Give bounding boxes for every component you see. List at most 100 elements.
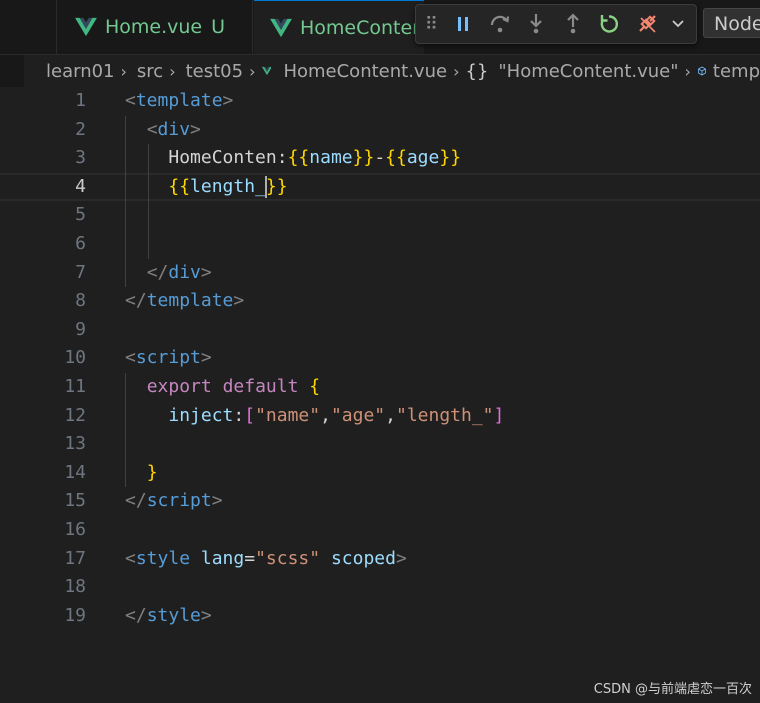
code-text: </template> <box>125 287 244 316</box>
code-token: }} <box>439 147 462 169</box>
code-editor[interactable]: 1 <template> 2 <div> 3 HomeConten:{{name}}-… <box>0 87 760 703</box>
code-text: } <box>125 459 158 488</box>
code-line[interactable]: 19 </style> <box>0 602 760 631</box>
code-token: "length_" <box>395 404 494 426</box>
code-line[interactable]: 3 HomeConten:{{name}}-{{age}} <box>0 144 760 173</box>
breadcrumb-item-test05[interactable]: test05 <box>186 61 243 82</box>
code-text: </div> <box>125 259 212 288</box>
braces-icon: {} <box>465 60 489 82</box>
breadcrumb-item-template[interactable]: temp <box>713 61 760 82</box>
code-token: < <box>125 90 136 111</box>
code-line[interactable]: 17 <style lang="scss" scoped> <box>0 545 760 574</box>
line-number: 19 <box>64 604 86 626</box>
indent-guide <box>125 115 126 288</box>
code-token: > <box>211 490 223 512</box>
code-token: > <box>200 347 212 369</box>
code-token: {{ <box>168 175 191 197</box>
code-token: scoped <box>330 547 396 569</box>
breadcrumb-item-file[interactable]: HomeContent.vue <box>283 61 447 82</box>
tab-bar-left-strip <box>0 0 57 54</box>
line-number: 5 <box>75 204 86 226</box>
breadcrumb-item-learn01[interactable]: learn01 <box>46 61 115 82</box>
code-token: "name" <box>255 404 321 426</box>
launch-target-select[interactable]: Node <box>703 8 760 38</box>
code-line[interactable]: 18 <box>0 573 760 602</box>
step-out-button[interactable] <box>554 5 590 43</box>
code-text: <style lang="scss" scoped> <box>125 545 407 574</box>
code-token: age <box>406 147 440 169</box>
restart-button[interactable] <box>591 5 627 43</box>
code-text: </script> <box>125 487 223 516</box>
restart-icon <box>600 15 618 33</box>
code-token: "scss" <box>255 547 321 569</box>
code-token: HomeConten: <box>168 147 288 169</box>
code-line[interactable]: 6 <box>0 230 760 259</box>
chevron-down-icon[interactable] <box>659 5 695 43</box>
line-number: 11 <box>64 376 86 397</box>
vue-logo-icon <box>270 18 292 37</box>
code-token: </ <box>125 490 147 512</box>
code-line[interactable]: 9 <box>0 316 760 345</box>
tab-status-badge: U <box>211 16 226 38</box>
code-token: script <box>146 490 212 512</box>
code-token: , <box>385 404 396 426</box>
code-token: inject <box>168 404 234 426</box>
code-line[interactable]: 4 {{length_}} <box>0 172 760 202</box>
line-number: 7 <box>75 261 86 283</box>
code-line[interactable]: 15 </script> <box>0 487 760 516</box>
tab-home-vue[interactable]: Home.vue U <box>57 0 253 54</box>
line-number: 8 <box>75 290 86 312</box>
code-token: style <box>146 604 201 626</box>
code-text: export default { <box>125 373 320 402</box>
disconnect-icon <box>639 15 657 33</box>
chevron-right-icon: › <box>453 61 460 81</box>
watermark: CSDN @与前端虐恋一百次 <box>593 682 752 697</box>
code-token: script <box>135 347 201 369</box>
code-token: </ <box>146 261 169 283</box>
step-into-button[interactable] <box>518 5 554 43</box>
line-number: 14 <box>64 461 86 483</box>
code-line[interactable]: 10 <script> <box>0 344 760 373</box>
code-line[interactable]: 8 </template> <box>0 287 760 316</box>
tab-homecontent-vue[interactable]: HomeConten <box>254 0 424 54</box>
code-text: </style> <box>125 602 212 631</box>
code-line[interactable]: 11 export default { <box>0 373 760 402</box>
drag-grip-icon[interactable]: ⠿ <box>416 5 445 43</box>
code-token: {{ <box>385 147 407 169</box>
code-token: ] <box>493 404 505 426</box>
code-line[interactable]: 13 <box>0 430 760 459</box>
code-line[interactable]: 12 inject:["name","age","length_"] <box>0 402 760 431</box>
chevron-right-icon: › <box>169 61 176 81</box>
code-token: div <box>168 261 201 283</box>
line-number: 3 <box>75 147 86 169</box>
code-line[interactable]: 14 } <box>0 459 760 488</box>
code-line[interactable]: 1 <template> <box>0 87 760 116</box>
step-over-button[interactable] <box>481 5 517 43</box>
indent-guide <box>148 144 149 259</box>
breadcrumb-item-src[interactable]: src <box>137 61 163 82</box>
debug-toolbar: ⠿ <box>415 4 697 44</box>
code-text: {{length_}} <box>125 175 288 200</box>
step-out-icon <box>566 13 579 34</box>
breadcrumb-item-module[interactable]: "HomeContent.vue" <box>498 61 678 82</box>
code-token: }} <box>352 147 375 169</box>
pause-button[interactable] <box>445 5 481 43</box>
indent-guide <box>125 373 126 488</box>
code-token: : <box>233 404 245 426</box>
code-line[interactable]: 2 <div> <box>0 116 760 145</box>
line-number: 13 <box>64 433 86 455</box>
code-token: div <box>157 118 191 140</box>
code-token: > <box>200 261 212 283</box>
code-token: > <box>190 118 201 140</box>
code-text: <script> <box>125 344 212 373</box>
code-line[interactable]: 5 <box>0 201 760 230</box>
code-line[interactable]: 7 </div> <box>0 259 760 288</box>
code-line[interactable]: 16 <box>0 516 760 545</box>
code-token: > <box>222 90 234 111</box>
